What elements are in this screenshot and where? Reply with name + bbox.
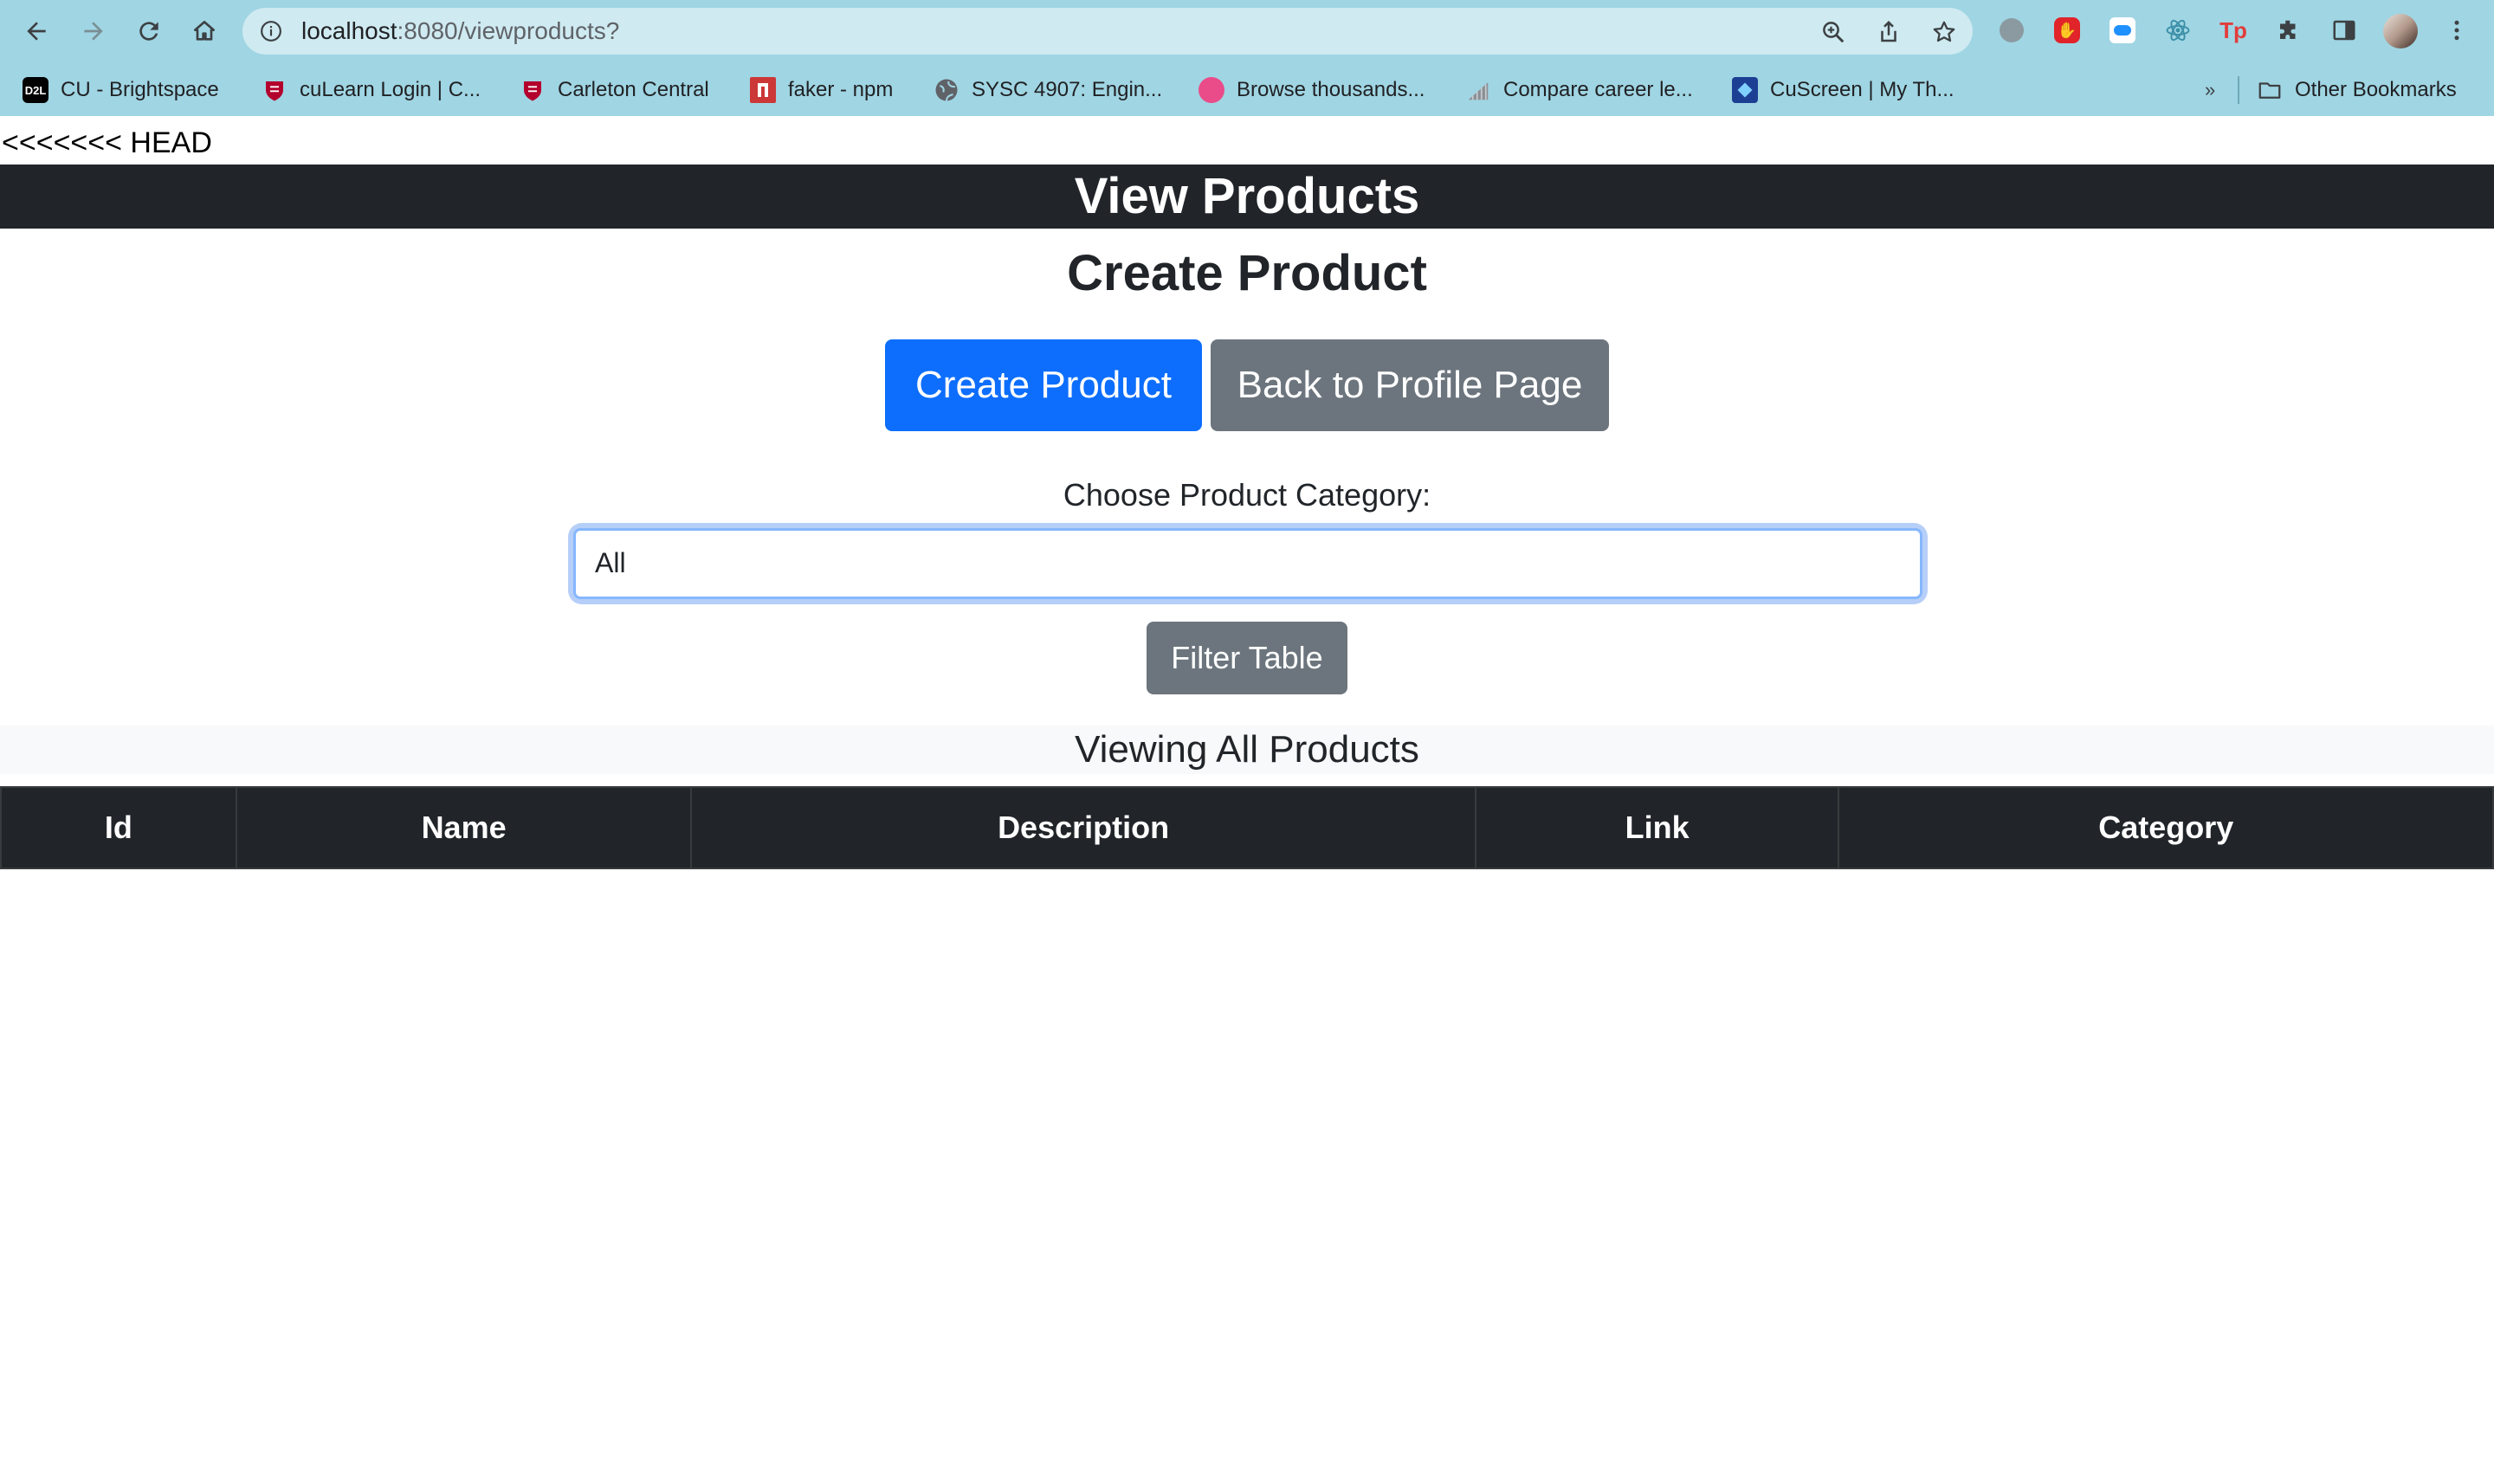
bookmark-item[interactable]: cuLearn Login | C... [262,73,481,107]
bookmark-label: cuLearn Login | C... [300,78,481,101]
dribbble-icon [1199,77,1224,103]
products-table: Id Name Description Link Category [0,786,2494,869]
overflow-label: » [2205,79,2216,100]
other-bookmarks-label: Other Bookmarks [2295,78,2457,101]
filter-table-button[interactable]: Filter Table [1147,622,1347,694]
bookmarks-overflow-button[interactable]: » [2205,73,2215,107]
folder-icon [2257,77,2283,103]
reload-icon[interactable] [132,14,166,48]
url-host: localhost [301,17,397,44]
carleton-shield-icon [520,77,546,103]
npm-icon [750,77,776,103]
url-text[interactable]: localhost:8080/viewproducts? [301,18,619,44]
other-bookmarks[interactable]: Other Bookmarks [2257,73,2457,107]
category-select[interactable]: All [573,528,1922,599]
cloud-icon[interactable] [2108,16,2137,45]
share-icon[interactable] [1876,19,1902,45]
bookmark-item[interactable]: Compare career le... [1465,73,1693,107]
bookmark-label: Carleton Central [558,78,709,101]
back-arrow-icon[interactable] [19,14,54,48]
home-icon[interactable] [187,14,222,48]
bookmark-label: Compare career le... [1503,78,1693,101]
adblock-icon[interactable]: ✋ [2052,16,2082,45]
globe-icon [934,77,959,103]
bookmarks-bar: D2L CU - Brightspace cuLearn Login | C..… [0,69,2494,111]
browser-toolbar: localhost:8080/viewproducts? ✋ Tp [0,0,2494,62]
back-to-profile-button[interactable]: Back to Profile Page [1211,339,1609,431]
tp-extension-icon[interactable]: Tp [2219,16,2248,45]
section-title: Create Product [1067,245,1427,301]
bookmark-label: CU - Brightspace [61,78,219,101]
menu-kebab-icon[interactable] [2442,16,2471,45]
page-header-bar: View Products [0,165,2494,229]
column-header-link: Link [1474,786,1840,869]
bookmark-item[interactable]: faker - npm [750,73,893,107]
site-info-icon[interactable] [260,20,282,42]
bookmark-label: CuScreen | My Th... [1770,78,1954,101]
column-header-category: Category [1838,786,2494,869]
page-content: <<<<<<< HEAD View Products Create Produc… [0,116,2494,1484]
cuscreen-icon [1732,77,1758,103]
bookmark-label: Browse thousands... [1237,78,1425,101]
grey-extension-icon[interactable] [1997,16,2026,45]
forward-arrow-icon[interactable] [76,14,111,48]
react-devtools-icon[interactable] [2163,16,2193,45]
side-panel-icon[interactable] [2329,16,2359,45]
carleton-shield-icon [262,77,288,103]
bookmark-item[interactable]: Carleton Central [520,73,709,107]
column-header-name: Name [235,786,693,869]
bookmark-label: faker - npm [788,78,894,101]
bookmark-item[interactable]: CuScreen | My Th... [1732,73,1954,107]
category-filter-label: Choose Product Category: [1063,477,1431,513]
bookmark-item[interactable]: SYSC 4907: Engin... [934,73,1162,107]
bookmarks-divider [2238,76,2239,104]
column-header-id: Id [0,786,237,869]
page-title: View Products [1074,168,1420,224]
profile-avatar[interactable] [2383,14,2418,48]
viewing-heading-bar: Viewing All Products [0,726,2494,774]
bookmark-star-icon[interactable] [1931,19,1957,45]
zoom-icon[interactable] [1820,19,1846,45]
column-header-description: Description [690,786,1476,869]
d2l-icon: D2L [23,77,48,103]
browser-chrome: localhost:8080/viewproducts? ✋ Tp D2L CU… [0,0,2494,116]
puzzle-extensions-icon[interactable] [2274,16,2303,45]
create-product-button[interactable]: Create Product [885,339,1202,431]
bookmark-label: SYSC 4907: Engin... [972,78,1163,101]
viewing-heading: Viewing All Products [1075,728,1419,771]
merge-conflict-marker: <<<<<<< HEAD [2,126,212,159]
url-path: :8080/viewproducts? [397,17,620,44]
bookmark-item[interactable]: D2L CU - Brightspace [23,73,219,107]
category-select-focus-ring: All [573,528,1922,599]
address-bar[interactable]: localhost:8080/viewproducts? [242,8,1973,55]
chart-icon [1465,77,1491,103]
bookmark-item[interactable]: Browse thousands... [1199,73,1425,107]
table-header-row: Id Name Description Link Category [0,786,2494,869]
